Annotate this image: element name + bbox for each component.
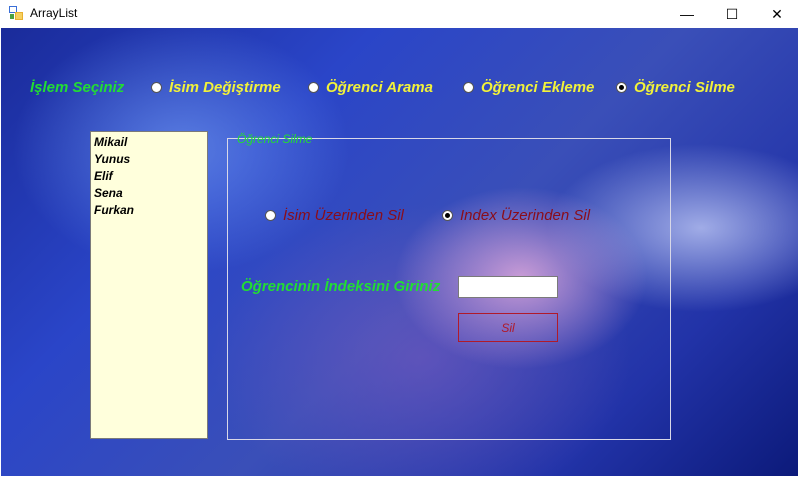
- list-item[interactable]: Elif: [94, 168, 207, 185]
- radio-button-checked-icon[interactable]: [616, 82, 627, 93]
- student-listbox[interactable]: Mikail Yunus Elif Sena Furkan: [90, 131, 208, 439]
- list-item[interactable]: Mikail: [94, 134, 207, 151]
- form-client-area: İşlem Seçiniz İsim Değiştirme Öğrenci Ar…: [1, 28, 798, 476]
- radio-ogrenci-ekleme[interactable]: Öğrenci Ekleme: [463, 79, 594, 96]
- radio-ogrenci-silme[interactable]: Öğrenci Silme: [616, 79, 735, 96]
- radio-label: Öğrenci Arama: [326, 79, 433, 96]
- radio-ogrenci-arama[interactable]: Öğrenci Arama: [308, 79, 433, 96]
- close-icon: ✕: [771, 5, 783, 22]
- radio-label: Öğrenci Silme: [634, 79, 735, 96]
- minimize-button[interactable]: —: [664, 0, 710, 28]
- radio-label: İsim Üzerinden Sil: [283, 207, 404, 224]
- radio-button-icon[interactable]: [151, 82, 162, 93]
- app-icon: [9, 6, 23, 20]
- list-item[interactable]: Sena: [94, 185, 207, 202]
- radio-label: Index Üzerinden Sil: [460, 207, 591, 224]
- title-bar: ArrayList — ☐ ✕: [0, 0, 799, 28]
- operation-select-label: İşlem Seçiniz: [30, 79, 125, 96]
- maximize-button[interactable]: ☐: [709, 0, 755, 28]
- index-prompt-label: Öğrencinin İndeksini Giriniz: [241, 278, 441, 295]
- radio-isim-degistirme[interactable]: İsim Değiştirme: [151, 79, 281, 96]
- radio-button-checked-icon[interactable]: [442, 210, 453, 221]
- list-item[interactable]: Yunus: [94, 151, 207, 168]
- radio-button-icon[interactable]: [463, 82, 474, 93]
- groupbox-title: Öğrenci Silme: [237, 132, 313, 146]
- radio-button-icon[interactable]: [308, 82, 319, 93]
- minimize-icon: —: [680, 6, 694, 22]
- index-input[interactable]: [458, 276, 558, 298]
- maximize-icon: ☐: [725, 5, 739, 22]
- radio-label: Öğrenci Ekleme: [481, 79, 595, 96]
- radio-button-icon[interactable]: [265, 210, 276, 221]
- close-button[interactable]: ✕: [754, 0, 799, 28]
- radio-label: İsim Değiştirme: [169, 79, 281, 96]
- list-item[interactable]: Furkan: [94, 202, 207, 219]
- window-title: ArrayList: [30, 6, 78, 20]
- delete-button[interactable]: Sil: [458, 313, 558, 342]
- radio-delete-by-name[interactable]: İsim Üzerinden Sil: [265, 207, 404, 224]
- radio-delete-by-index[interactable]: Index Üzerinden Sil: [442, 207, 590, 224]
